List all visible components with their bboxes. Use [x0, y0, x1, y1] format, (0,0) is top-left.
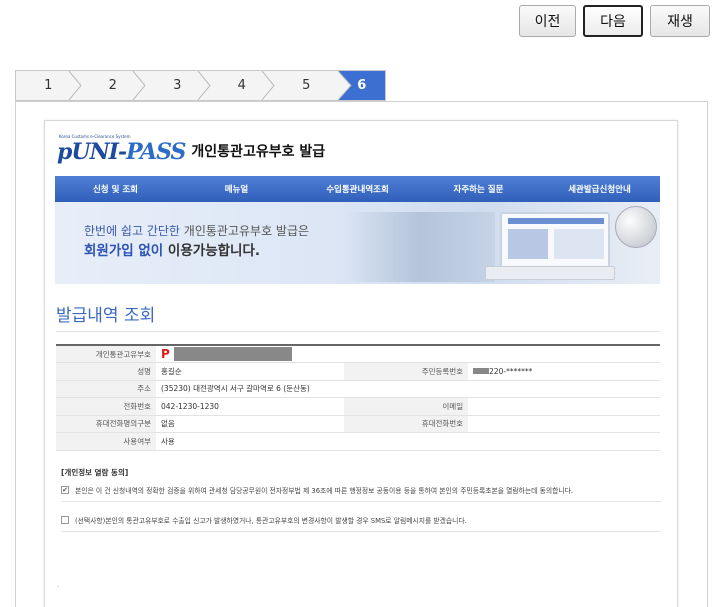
name-value: 홍길순	[156, 362, 345, 381]
chevron-right-icon	[132, 71, 146, 100]
globe-icon	[615, 206, 657, 248]
banner-line-1: 한번에 쉽고 간단한 개인통관고유부호 발급은	[84, 224, 310, 238]
page-title: 개인통관고유부호 발급	[191, 144, 326, 160]
main-menu: 신청 및 조회 메뉴얼 수입통관내역조회 자주하는 질문 세관발급신청안내	[55, 176, 660, 202]
prev-button[interactable]: 이전	[519, 5, 576, 37]
table-row: 사용여부 사용	[56, 432, 660, 451]
consent-text-1: 본인은 이 건 신청내역의 정확한 검증을 위하여 관세청 담당공무원이 전자정…	[75, 487, 573, 495]
step-label: 2	[108, 78, 117, 93]
menu-item-faq[interactable]: 자주하는 질문	[418, 183, 539, 195]
usage-value: 사용	[156, 432, 660, 451]
ssn-value: 220-*******	[468, 362, 660, 381]
chevron-right-icon	[261, 71, 275, 100]
id-value: P	[156, 345, 660, 363]
table-row: 휴대전화명의구분 없음 휴대전화번호	[56, 415, 660, 433]
unipass-logo[interactable]: Korea Customs e-Clearance System pUNI-PA…	[57, 134, 325, 165]
step-3[interactable]: 3	[145, 71, 211, 100]
phone-value: 042-1230-1230	[156, 397, 345, 416]
promo-banner: 한번에 쉽고 간단한 개인통관고유부호 발급은 회원가입 없이 이용가능합니다.	[55, 202, 660, 284]
usage-label: 사용여부	[56, 432, 156, 451]
keyboard-illustration	[485, 266, 615, 280]
unipass-page: Korea Customs e-Clearance System pUNI-PA…	[44, 120, 678, 607]
consent-text-2: (선택사항)본인의 통관고유부호로 수출입 신고가 발생하였거나, 통관고유부호…	[75, 517, 467, 525]
mobile-value	[468, 415, 660, 433]
next-button[interactable]: 다음	[583, 5, 643, 37]
consent-checkbox-1[interactable]: ✔	[61, 486, 69, 494]
chevron-right-icon	[197, 71, 211, 100]
id-prefix: P	[161, 347, 170, 361]
consent-checkbox-2[interactable]	[61, 516, 69, 524]
email-label: 이메일	[344, 397, 469, 416]
email-value	[468, 397, 660, 416]
logo-mark: pUNI-PASS	[57, 139, 186, 165]
menu-item-apply[interactable]: 신청 및 조회	[55, 183, 176, 195]
phone-label: 전화번호	[56, 397, 156, 416]
menu-item-manual[interactable]: 메뉴얼	[176, 183, 297, 195]
divider	[56, 331, 660, 332]
name-label: 성명	[56, 362, 156, 381]
table-row: 개인통관고유부호 P	[56, 345, 660, 363]
chevron-right-icon	[68, 71, 82, 100]
step-1[interactable]: 1	[16, 71, 82, 100]
address-value: (35230) 대전광역시 서구 갈마역로 6 (둔산동)	[156, 380, 660, 398]
top-nav-buttons: 이전 다음 재생	[519, 5, 710, 37]
address-label: 주소	[56, 380, 156, 398]
divider	[61, 501, 661, 502]
step-indicator: 1 2 3 4 5 6	[15, 70, 386, 101]
mobile-label: 휴대전화번호	[344, 415, 469, 433]
consent-title: [개인정보 열람 동의]	[61, 468, 129, 477]
menu-item-customs-guide[interactable]: 세관발급신청안내	[539, 183, 660, 195]
logo-tagline: Korea Customs e-Clearance System	[59, 134, 131, 139]
table-row: 성명 홍길순 주민등록번호 220-*******	[56, 362, 660, 381]
step-label: 4	[237, 78, 246, 93]
redacted-id	[173, 347, 292, 361]
table-row: 주소 (35230) 대전광역시 서구 갈마역로 6 (둔산동)	[56, 380, 660, 398]
consent-item-1: ✔ 본인은 이 건 신청내역의 정확한 검증을 위하여 관세청 담당공무원이 전…	[61, 485, 661, 495]
step-label: 6	[357, 78, 367, 93]
replay-button[interactable]: 재생	[650, 5, 710, 37]
decorative-dot: -	[57, 583, 60, 590]
mobile-owner-value: 없음	[156, 415, 345, 433]
chevron-right-icon	[337, 71, 352, 100]
step-5[interactable]: 5	[274, 71, 352, 100]
table-row: 전화번호 042-1230-1230 이메일	[56, 397, 660, 416]
banner-line-2: 회원가입 없이 이용가능합니다.	[84, 243, 261, 259]
step-label: 5	[302, 78, 311, 93]
banner-port-image	[345, 212, 495, 282]
mobile-owner-label: 휴대전화명의구분	[56, 415, 156, 433]
step-4[interactable]: 4	[210, 71, 275, 100]
redacted-ssn	[473, 368, 490, 375]
issuance-info-table: 개인통관고유부호 P 성명 홍길순 주민등록번호 220-******* 주소 …	[56, 344, 660, 451]
menu-item-import-history[interactable]: 수입통관내역조회	[297, 183, 418, 195]
divider	[61, 531, 661, 532]
consent-item-2: (선택사항)본인의 통관고유부호로 수출입 신고가 발생하였거나, 통관고유부호…	[61, 515, 661, 525]
step-label: 3	[173, 78, 182, 93]
ssn-label: 주민등록번호	[344, 362, 469, 381]
step-2[interactable]: 2	[81, 71, 146, 100]
id-label: 개인통관고유부호	[56, 345, 156, 363]
step-label: 1	[44, 78, 53, 93]
section-title: 발급내역 조회	[56, 306, 156, 326]
